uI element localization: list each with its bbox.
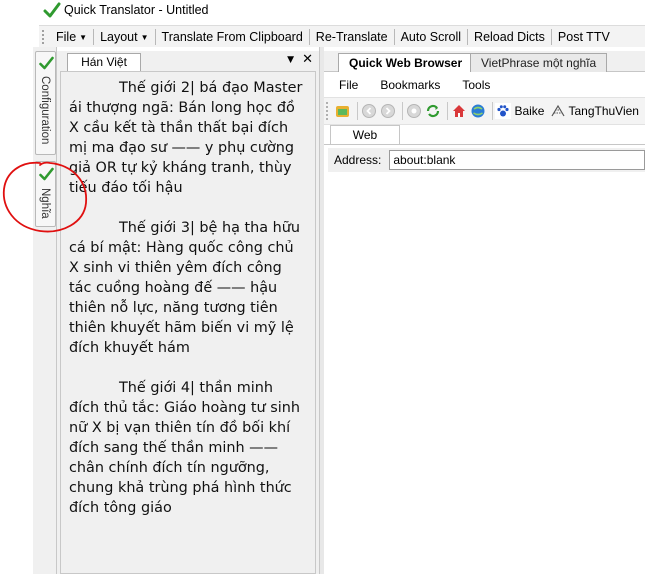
web-browser-area[interactable] [324, 144, 645, 574]
forward-icon[interactable] [380, 101, 396, 121]
tab-quick-web-browser[interactable]: Quick Web Browser [338, 53, 474, 72]
window-title: Quick Translator - Untitled [64, 3, 209, 17]
tab-vietphrase-mot-nghia[interactable]: VietPhrase một nghĩa [470, 53, 608, 72]
chevron-down-icon: ▼ [79, 32, 88, 42]
baike-link[interactable]: Baike [495, 103, 544, 119]
title-bar: Quick Translator - Untitled [0, 0, 645, 20]
tab-configuration[interactable]: Configuration [35, 51, 56, 155]
han-viet-text: Thế giới 2| bá đạo Master ái thượng ngã:… [69, 78, 305, 538]
address-input[interactable] [389, 150, 645, 170]
paragraph: Thế giới 2| bá đạo Master ái thượng ngã:… [69, 80, 303, 196]
check-icon [39, 167, 54, 181]
auto-scroll-button[interactable]: Auto Scroll [395, 28, 467, 46]
home-icon[interactable] [450, 101, 466, 121]
chevron-down-icon: ▼ [140, 32, 149, 42]
right-tab-row: Quick Web Browser VietPhrase một nghĩa [324, 51, 645, 72]
menu-layout[interactable]: Layout ▼ [94, 28, 154, 46]
go-icon[interactable] [335, 101, 351, 121]
paw-icon [495, 103, 512, 119]
translate-from-clipboard-button[interactable]: Translate From Clipboard [156, 28, 309, 46]
separator [356, 102, 358, 120]
browser-menubar: File Bookmarks Tools [324, 75, 645, 95]
post-ttv-button[interactable]: Post TTV [552, 28, 616, 46]
paragraph: Thế giới 4| thần minh đích thủ tắc: Giáo… [69, 380, 300, 516]
toolbar-grip[interactable] [326, 102, 330, 120]
separator [491, 102, 493, 120]
main-menubar: File ▼ Layout ▼ Translate From Clipboard R… [39, 25, 645, 47]
tab-han-viet[interactable]: Hán Việt [67, 53, 141, 71]
paragraph: Thế giới 3| bệ hạ tha hữu cá bí mật: Hàn… [69, 220, 301, 356]
globe-icon[interactable] [470, 101, 486, 121]
browser-menu-file[interactable]: File [339, 78, 358, 92]
re-translate-button[interactable]: Re-Translate [310, 28, 394, 46]
back-icon[interactable] [361, 101, 377, 121]
han-viet-panel: Hán Việt ▼ ✕ Thế giới 2| bá đạo Master á… [57, 51, 319, 574]
tab-configuration-label: Configuration [39, 76, 51, 145]
stop-icon[interactable] [405, 101, 421, 121]
tab-nghia-label: Nghĩa [39, 188, 51, 219]
close-icon[interactable]: ✕ [302, 53, 313, 67]
browser-menu-bookmarks[interactable]: Bookmarks [380, 78, 440, 92]
separator [401, 102, 403, 120]
check-icon [39, 56, 54, 70]
browser-menu-tools[interactable]: Tools [462, 78, 490, 92]
panel-dropdown-icon[interactable]: ▼ [287, 53, 294, 67]
book-icon [551, 104, 565, 117]
left-tab-strip: Configuration Nghĩa [33, 47, 57, 574]
reload-dicts-button[interactable]: Reload Dicts [468, 28, 551, 46]
tab-web-browser[interactable]: Web Browser [330, 125, 400, 160]
menu-file[interactable]: File ▼ [50, 28, 93, 46]
han-viet-tabrow: Hán Việt ▼ ✕ [57, 51, 319, 71]
address-bar: Address: [328, 148, 645, 172]
panel-buttons: ▼ ✕ [287, 53, 313, 67]
toolbar-grip[interactable] [42, 29, 46, 44]
tangthuvien-link[interactable]: TangThuVien [550, 103, 639, 119]
address-label: Address: [334, 153, 382, 167]
refresh-icon[interactable] [425, 101, 441, 121]
browser-toolbar: Baike TangThuVien [324, 97, 645, 125]
app-check-icon [43, 2, 61, 18]
han-viet-text-area[interactable]: Thế giới 2| bá đạo Master ái thượng ngã:… [60, 71, 316, 574]
separator [446, 102, 448, 120]
tab-nghia[interactable]: Nghĩa [35, 161, 56, 227]
